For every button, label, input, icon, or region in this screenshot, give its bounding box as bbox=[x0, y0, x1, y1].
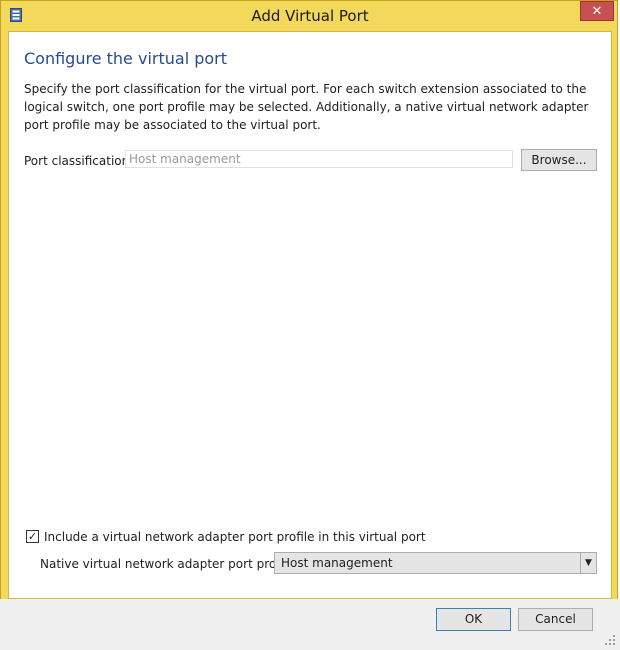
page-title: Configure the virtual port bbox=[24, 49, 228, 68]
title-bar[interactable]: Add Virtual Port ✕ bbox=[0, 0, 620, 31]
browse-button[interactable]: Browse... bbox=[521, 149, 597, 171]
native-profile-label: Native virtual network adapter port prof… bbox=[40, 557, 299, 571]
window-title: Add Virtual Port bbox=[251, 7, 369, 25]
include-profile-label[interactable]: Include a virtual network adapter port p… bbox=[44, 530, 426, 544]
chevron-down-icon[interactable]: ▼ bbox=[580, 553, 596, 573]
close-button[interactable]: ✕ bbox=[580, 1, 614, 21]
port-classification-field[interactable]: Host management bbox=[125, 150, 513, 168]
description-text: Specify the port classification for the … bbox=[24, 82, 589, 132]
ok-button[interactable]: OK bbox=[436, 608, 511, 631]
resize-grip-icon[interactable] bbox=[604, 634, 616, 646]
check-icon: ✓ bbox=[27, 530, 38, 543]
native-profile-select[interactable]: Host management ▼ bbox=[274, 552, 597, 574]
dialog-content: Configure the virtual port Specify the p… bbox=[8, 31, 612, 599]
cancel-button[interactable]: Cancel bbox=[518, 608, 593, 631]
close-icon: ✕ bbox=[591, 4, 603, 19]
native-profile-value: Host management bbox=[281, 556, 393, 570]
port-classification-label: Port classification: bbox=[24, 154, 134, 168]
include-profile-checkbox[interactable]: ✓ bbox=[26, 530, 39, 543]
